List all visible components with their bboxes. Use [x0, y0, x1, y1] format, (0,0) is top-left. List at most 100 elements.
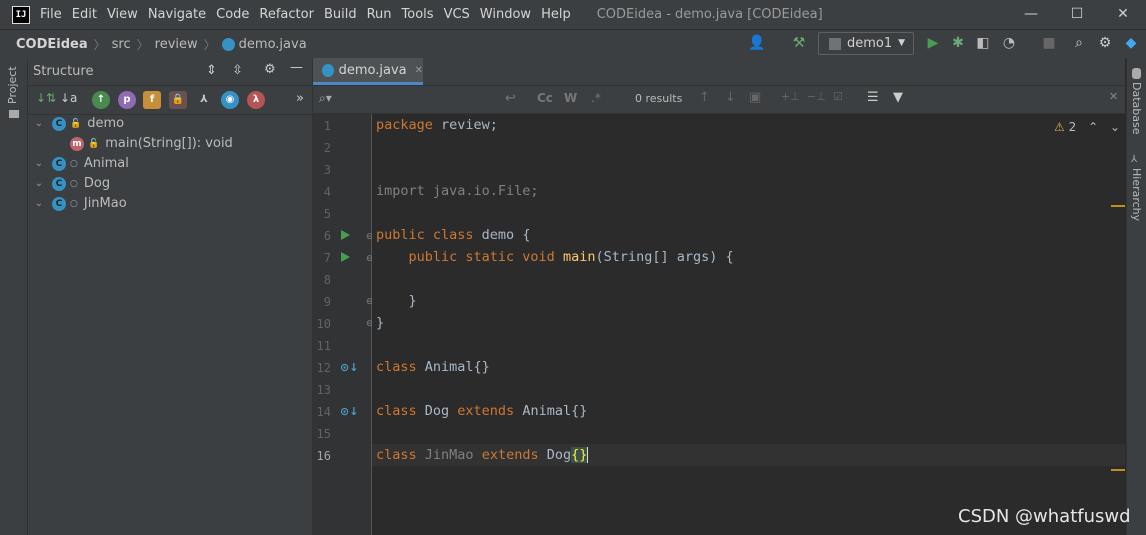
breadcrumb-file[interactable]: demo.java — [239, 37, 307, 52]
show-hierarchy-icon[interactable]: ⅄ — [195, 91, 213, 109]
select-all-icon[interactable]: ☑ — [833, 90, 843, 103]
menu-vcs[interactable]: VCS — [444, 7, 470, 22]
plugin-icon[interactable]: ◆ — [1122, 34, 1140, 52]
left-tool-stripe: Project — [0, 58, 28, 535]
code-line-7: public static void main(String[] args) { — [408, 249, 734, 265]
maximize-button[interactable]: ☐ — [1054, 0, 1100, 29]
menu-view[interactable]: View — [107, 7, 138, 22]
remove-occurrence-icon[interactable]: −⊥ — [807, 90, 826, 103]
new-line-icon[interactable]: ↩ — [505, 91, 516, 106]
select-all-occurrences-icon[interactable]: ▣ — [749, 90, 761, 105]
menu-tools[interactable]: Tools — [402, 7, 434, 22]
implemented-gutter-icon[interactable]: ⊙↓ — [340, 361, 358, 374]
build-hammer-icon[interactable]: ⚒ — [790, 34, 808, 52]
coverage-icon[interactable]: ◧ — [974, 34, 992, 52]
close-button[interactable]: ✕ — [1100, 0, 1146, 29]
gear-icon[interactable]: ⚙ — [264, 62, 276, 77]
search-icon[interactable]: ⌕▾ — [319, 91, 332, 106]
menu-edit[interactable]: Edit — [72, 7, 97, 22]
search-icon[interactable]: ⌕ — [1070, 34, 1088, 52]
run-gutter-icon[interactable] — [341, 230, 350, 240]
tree-item-demo[interactable]: ⌄ C 🔓 demo — [32, 114, 124, 134]
hierarchy-tool-button[interactable]: Hierarchy — [1130, 168, 1143, 221]
show-anonymous-icon[interactable]: ◉ — [221, 91, 239, 109]
collapse-all-icon[interactable]: ⇳ — [232, 63, 243, 78]
run-gutter-icon[interactable] — [341, 252, 350, 262]
close-icon[interactable]: ✕ — [415, 65, 423, 76]
debug-icon[interactable]: ✱ — [949, 34, 967, 52]
implemented-gutter-icon[interactable]: ⊙↓ — [340, 405, 358, 418]
minimize-button[interactable]: — — [1008, 0, 1054, 29]
user-icon[interactable]: 👤 — [748, 34, 766, 52]
filter-icon[interactable]: ▼ — [893, 90, 903, 105]
tab-label: demo.java — [338, 62, 407, 78]
line-number: 5 — [323, 207, 331, 221]
add-occurrence-icon[interactable]: +⊥ — [781, 90, 800, 103]
package-private-icon: ○ — [70, 199, 78, 209]
chevron-down-icon[interactable]: ⌄ — [32, 174, 46, 194]
code-editor[interactable]: package review; import java.io.File; pub… — [372, 114, 1125, 535]
show-non-public-icon[interactable]: 🔒 — [169, 91, 187, 109]
show-lambdas-icon[interactable]: λ — [247, 91, 265, 109]
database-tool-button[interactable]: Database — [1130, 82, 1143, 135]
regex-toggle[interactable]: .* — [591, 91, 601, 105]
filter-options-icon[interactable]: ☰ — [867, 90, 879, 105]
chevron-down-icon[interactable]: ⌄ — [32, 194, 46, 214]
java-class-icon — [322, 63, 334, 77]
line-number: 13 — [316, 383, 331, 397]
breadcrumb-src[interactable]: src — [112, 37, 131, 52]
menu-window[interactable]: Window — [480, 7, 531, 22]
match-case-toggle[interactable]: Cc — [537, 91, 553, 105]
tree-item-label: main(String[]): void — [105, 136, 233, 151]
menu-refactor[interactable]: Refactor — [259, 7, 314, 22]
run-icon[interactable]: ▶ — [924, 34, 942, 52]
menu-file[interactable]: File — [40, 7, 62, 22]
sort-alphabetically-icon[interactable]: ↓a — [60, 91, 77, 105]
run-configuration-select[interactable]: demo1 ▼ — [818, 32, 914, 55]
show-fields-icon[interactable]: f — [143, 91, 161, 109]
code-line-16: class JinMao extends Dog{} — [376, 447, 589, 463]
close-icon[interactable]: ✕ — [1109, 90, 1118, 103]
chevron-down-icon[interactable]: ⌄ — [1110, 120, 1120, 134]
previous-occurrence-icon[interactable]: ↑ — [699, 90, 710, 105]
lock-open-icon: 🔓 — [70, 119, 82, 129]
profile-icon[interactable]: ◔ — [1000, 34, 1018, 52]
words-toggle[interactable]: W — [564, 91, 577, 105]
tab-demo-java[interactable]: demo.java ✕ — [313, 58, 423, 85]
tree-item-jinmao[interactable]: ⌄ C ○ JinMao — [32, 194, 127, 214]
menu-help[interactable]: Help — [541, 7, 571, 22]
menu-code[interactable]: Code — [216, 7, 249, 22]
chevron-up-icon[interactable]: ⌃ — [1088, 120, 1098, 134]
inspection-widget[interactable]: ⚠ 2 ⌃ ⌄ — [1054, 120, 1120, 134]
chevron-down-icon[interactable]: ⌄ — [32, 114, 46, 134]
tree-item-main[interactable]: m 🔓 main(String[]): void — [70, 134, 233, 154]
hide-icon[interactable]: — — [290, 60, 303, 75]
code-line-12: class Animal{} — [376, 359, 490, 375]
line-number: 9 — [323, 295, 331, 309]
next-occurrence-icon[interactable]: ↓ — [725, 90, 736, 105]
warning-stripe-marker[interactable] — [1111, 205, 1125, 207]
gear-icon[interactable]: ⚙ — [1096, 34, 1114, 52]
menu-build[interactable]: Build — [324, 7, 357, 22]
config-icon — [829, 37, 841, 50]
warning-count: 2 — [1068, 120, 1077, 134]
sort-by-visibility-icon[interactable]: ↓⇅ — [36, 91, 56, 105]
menu-run[interactable]: Run — [367, 7, 392, 22]
show-properties-icon[interactable]: p — [118, 91, 136, 109]
more-icon[interactable]: » — [296, 91, 304, 106]
chevron-down-icon[interactable]: ⌄ — [32, 154, 46, 174]
breadcrumb-package[interactable]: review — [155, 37, 198, 52]
show-inherited-icon[interactable]: ↑ — [92, 91, 110, 109]
code-line-4: import java.io.File; — [376, 183, 539, 199]
search-input[interactable] — [343, 89, 517, 110]
warning-stripe-marker[interactable] — [1111, 469, 1125, 471]
project-tool-button[interactable]: Project — [6, 66, 19, 104]
menu-navigate[interactable]: Navigate — [148, 7, 206, 22]
expand-all-icon[interactable]: ⇕ — [206, 63, 217, 78]
tree-item-animal[interactable]: ⌄ C ○ Animal — [32, 154, 129, 174]
stop-icon[interactable]: ■ — [1040, 34, 1058, 52]
breadcrumb-project[interactable]: CODEidea — [16, 37, 88, 52]
chevron-right-icon: 〉 — [93, 37, 106, 52]
line-number: 6 — [323, 229, 331, 243]
tree-item-dog[interactable]: ⌄ C ○ Dog — [32, 174, 110, 194]
